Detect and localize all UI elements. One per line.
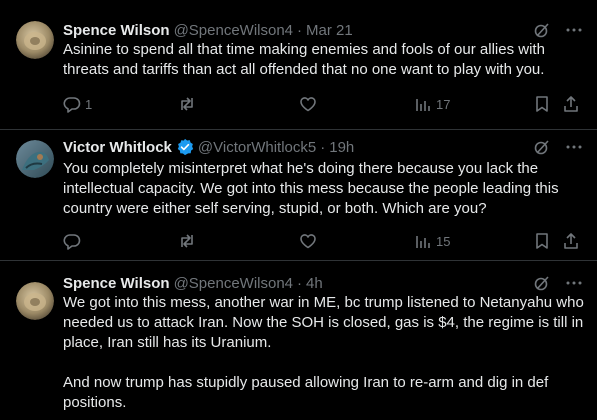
avatar-victor-whitlock[interactable] bbox=[16, 140, 54, 178]
separator-dot: · bbox=[297, 274, 303, 292]
grok-icon[interactable] bbox=[533, 138, 551, 156]
views-icon bbox=[416, 236, 430, 248]
separator-dot: · bbox=[297, 21, 303, 39]
tweet-3[interactable]: Spence Wilson @SpenceWilson4 · 4h We got… bbox=[0, 261, 597, 420]
avatar-spence-wilson[interactable] bbox=[16, 21, 54, 59]
share-button[interactable] bbox=[562, 231, 580, 251]
share-icon bbox=[564, 96, 578, 112]
tweet-2[interactable]: Victor Whitlock @VictorWhitlock5 · 19h Y… bbox=[0, 130, 597, 261]
author-name[interactable]: Victor Whitlock bbox=[63, 139, 172, 156]
more-icon[interactable] bbox=[565, 274, 583, 292]
reply-count: 1 bbox=[85, 96, 93, 112]
author-handle[interactable]: @SpenceWilson4 bbox=[174, 22, 293, 39]
more-icon[interactable] bbox=[565, 21, 583, 39]
retweet-icon bbox=[181, 97, 193, 111]
retweet-icon bbox=[181, 234, 193, 248]
like-button[interactable] bbox=[299, 231, 317, 251]
more-icon[interactable] bbox=[565, 138, 583, 156]
tweet-text: We got into this mess, another war in ME… bbox=[63, 294, 584, 411]
views-count: 17 bbox=[436, 96, 451, 112]
tweet-actions: 1 17 bbox=[63, 94, 581, 114]
bookmark-button[interactable] bbox=[533, 94, 551, 114]
header-actions bbox=[533, 138, 583, 156]
author-handle[interactable]: @VictorWhitlock5 bbox=[198, 139, 316, 156]
tweet-text: Asinine to spend all that time making en… bbox=[63, 41, 550, 78]
bookmark-icon bbox=[536, 233, 548, 249]
reply-icon bbox=[63, 234, 81, 250]
tweet-timestamp[interactable]: Mar 21 bbox=[306, 22, 353, 39]
tweet-header: Spence Wilson @SpenceWilson4 · 4h bbox=[63, 273, 581, 293]
tweet-text: You completely misinterpret what he's do… bbox=[63, 160, 563, 217]
retweet-button[interactable] bbox=[178, 94, 196, 114]
like-icon bbox=[300, 234, 316, 249]
avatar-spence-wilson[interactable] bbox=[16, 282, 54, 320]
grok-icon[interactable] bbox=[533, 21, 551, 39]
like-icon bbox=[300, 97, 316, 112]
share-icon bbox=[564, 233, 578, 249]
header-actions bbox=[533, 21, 583, 39]
bookmark-button[interactable] bbox=[533, 231, 551, 251]
like-button[interactable] bbox=[299, 94, 317, 114]
retweet-button[interactable] bbox=[178, 231, 196, 251]
views-button[interactable]: 17 bbox=[414, 94, 450, 114]
separator-dot: · bbox=[320, 138, 326, 156]
share-button[interactable] bbox=[562, 94, 580, 114]
verified-badge-icon bbox=[177, 138, 194, 156]
bookmark-icon bbox=[536, 96, 548, 112]
tweet-timestamp[interactable]: 4h bbox=[306, 275, 323, 292]
tweet-timestamp[interactable]: 19h bbox=[329, 139, 354, 156]
grok-icon[interactable] bbox=[533, 274, 551, 292]
author-name[interactable]: Spence Wilson bbox=[63, 275, 170, 292]
reply-thread: Spence Wilson @SpenceWilson4 · Mar 21 As… bbox=[0, 0, 597, 420]
tweet-header: Victor Whitlock @VictorWhitlock5 · 19h bbox=[63, 137, 581, 157]
author-name[interactable]: Spence Wilson bbox=[63, 22, 170, 39]
views-button[interactable]: 15 bbox=[414, 231, 450, 251]
header-actions bbox=[533, 274, 583, 292]
views-icon bbox=[416, 99, 430, 111]
tweet-1[interactable]: Spence Wilson @SpenceWilson4 · Mar 21 As… bbox=[0, 0, 597, 130]
tweet-actions: 15 bbox=[63, 231, 581, 251]
reply-button[interactable]: 1 bbox=[63, 94, 92, 114]
tweet-header: Spence Wilson @SpenceWilson4 · Mar 21 bbox=[63, 20, 581, 40]
author-handle[interactable]: @SpenceWilson4 bbox=[174, 275, 293, 292]
reply-button[interactable] bbox=[63, 231, 81, 251]
reply-icon bbox=[63, 97, 81, 113]
views-count: 15 bbox=[436, 233, 451, 249]
